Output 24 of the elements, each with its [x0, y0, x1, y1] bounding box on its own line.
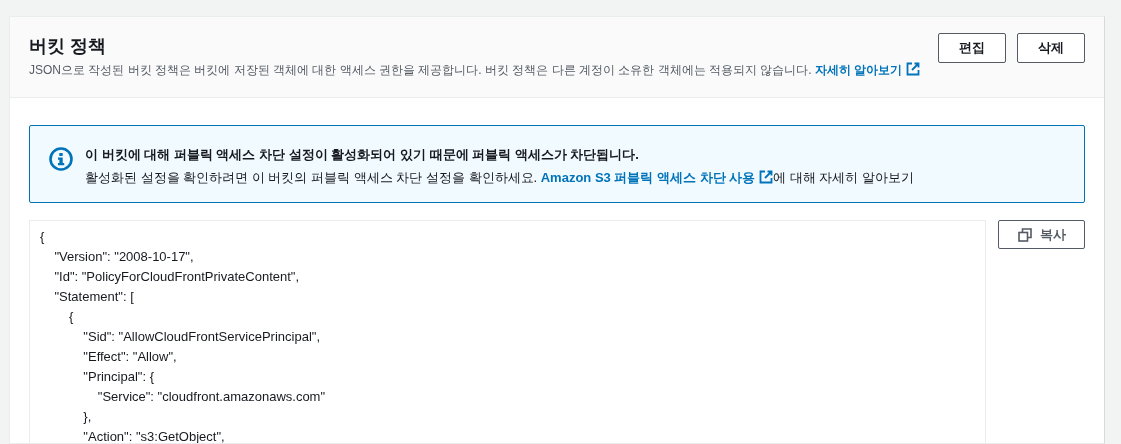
learn-more-link[interactable]: 자세히 알아보기: [815, 63, 921, 77]
code-line: },: [82, 408, 93, 426]
code-line: "Action": "s3:GetObject",: [82, 428, 226, 443]
copy-icon: [1017, 227, 1032, 242]
panel-button[interactable]: 삭제: [1017, 33, 1085, 63]
copy-button[interactable]: 복사: [998, 220, 1085, 249]
external-link-icon: [759, 170, 774, 184]
code-line: "Id": "PolicyForCloudFrontPrivateContent",: [53, 268, 301, 286]
panel-title: 버킷 정책: [29, 35, 107, 58]
code-line: {: [67, 308, 75, 326]
code-line: {: [40, 228, 46, 246]
alert-title: 이 버킷에 대해 퍼블릭 액세스 차단 설정이 활성화되어 있기 때문에 퍼블릭 액세스가 차단됩니다.: [85, 146, 640, 164]
code-line: "Principal": {: [82, 368, 155, 386]
code-line: "Effect": "Allow",: [82, 348, 178, 366]
external-link-icon: [906, 62, 921, 76]
panel-button[interactable]: 편집: [938, 33, 1006, 63]
code-line: "Service": "cloudfront.amazonaws.com": [96, 388, 327, 406]
code-line: "Sid": "AllowCloudFrontServicePrincipal",: [82, 328, 321, 346]
code-line: "Version": "2008-10-17",: [53, 248, 195, 266]
block-public-access-link[interactable]: Amazon S3 퍼블릭 액세스 차단 사용: [540, 170, 774, 185]
code-line: "Statement": [: [53, 288, 135, 306]
info-icon: [49, 147, 73, 171]
panel-description: JSON으로 작성된 버킷 정책은 버킷에 저장된 객체에 대한 액세스 권한을 제공합니다. 버킷 정책은 다른 계정이 소유한 객체에는 적용되지 않습니다. 자세히 알아보기: [29, 62, 921, 79]
alert-text: 활성화된 설정을 확인하려면 이 버킷의 퍼블릭 액세스 차단 설정을 확인하세요. Amazon S3 퍼블릭 액세스 차단 사용 에 대해 자세히 알아보기: [85, 169, 915, 187]
